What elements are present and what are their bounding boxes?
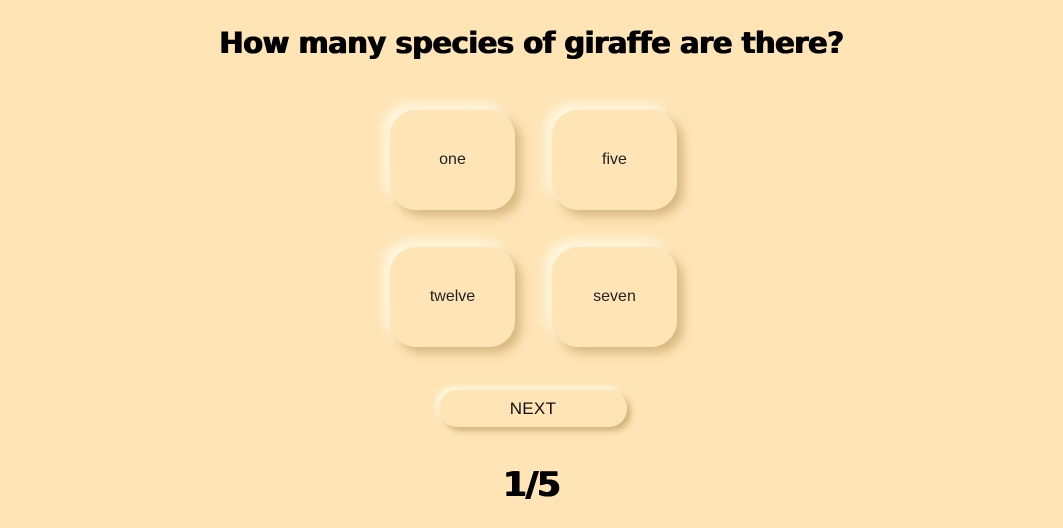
question-progress: 1/5	[503, 465, 561, 505]
answer-option-seven[interactable]: seven	[552, 247, 677, 347]
answer-option-five[interactable]: five	[552, 110, 677, 210]
question-title: How many species of giraffe are there?	[219, 26, 844, 60]
answer-options: one five twelve seven	[390, 110, 677, 347]
next-button[interactable]: NEXT	[439, 390, 627, 427]
answer-option-twelve[interactable]: twelve	[390, 247, 515, 347]
answer-option-one[interactable]: one	[390, 110, 515, 210]
